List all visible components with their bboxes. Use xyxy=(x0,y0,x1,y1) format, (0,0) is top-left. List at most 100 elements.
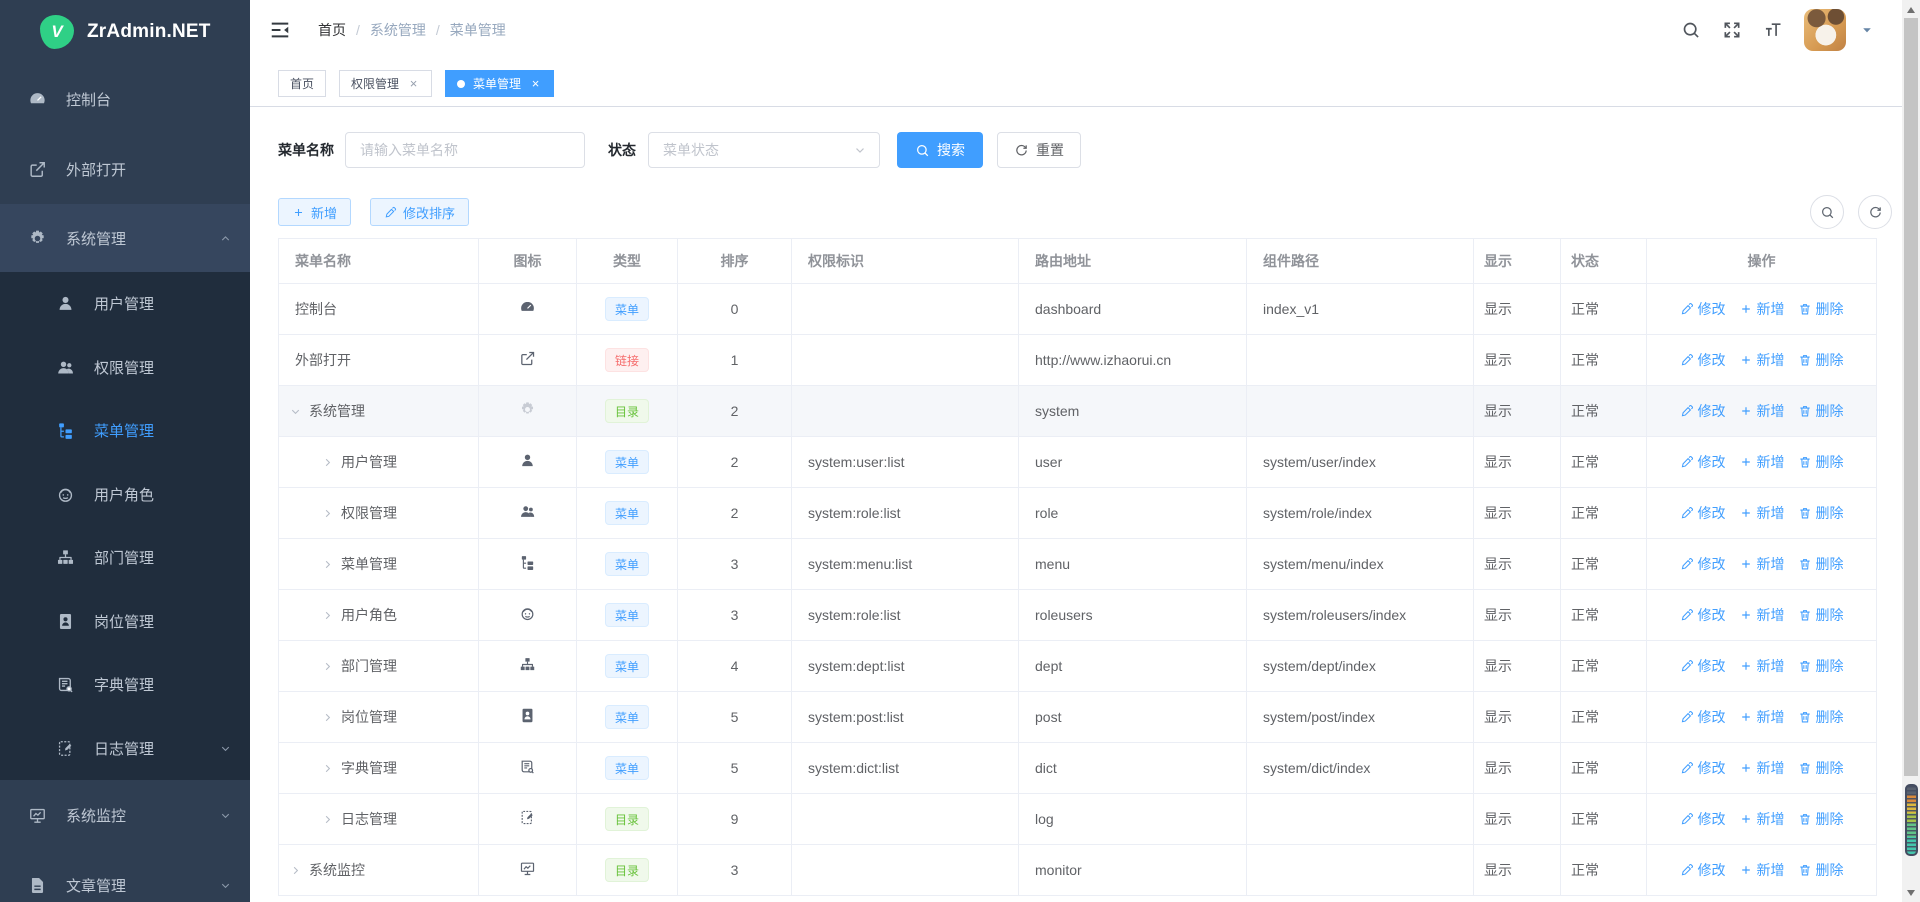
add-child-button[interactable]: 新增 xyxy=(1739,554,1785,574)
menu-name-wrap: 系统监控 xyxy=(279,860,478,880)
tab-首页[interactable]: 首页 xyxy=(278,70,326,97)
delete-row-button[interactable]: 删除 xyxy=(1798,401,1844,421)
add-child-button[interactable]: 新增 xyxy=(1739,503,1785,523)
column-header-权限标识: 权限标识 xyxy=(792,239,1019,284)
menu-icon-cell xyxy=(479,590,577,641)
status-select[interactable]: 菜单状态 xyxy=(648,132,880,168)
delete-row-button[interactable]: 删除 xyxy=(1798,707,1844,727)
plus-icon xyxy=(1739,506,1753,520)
chevron-right-icon[interactable] xyxy=(289,864,302,877)
page-scrollbar[interactable] xyxy=(1902,0,1920,902)
add-button[interactable]: 新增 xyxy=(278,198,351,226)
tab-权限管理[interactable]: 权限管理 × xyxy=(339,70,432,97)
menu-name-input[interactable]: 请输入菜单名称 xyxy=(345,132,585,168)
delete-row-button[interactable]: 删除 xyxy=(1798,554,1844,574)
edit-row-button[interactable]: 修改 xyxy=(1680,809,1726,829)
add-child-button[interactable]: 新增 xyxy=(1739,656,1785,676)
chevron-right-icon[interactable] xyxy=(321,762,334,775)
toggle-search-button[interactable] xyxy=(1810,195,1844,229)
edit-row-button[interactable]: 修改 xyxy=(1680,299,1726,319)
sidebar-item-控制台[interactable]: 控制台 xyxy=(0,64,250,134)
close-icon[interactable]: × xyxy=(407,76,420,91)
add-child-button[interactable]: 新增 xyxy=(1739,809,1785,829)
avatar[interactable] xyxy=(1804,9,1846,51)
sidebar-item-菜单管理[interactable]: 菜单管理 xyxy=(0,399,250,463)
scroll-down-arrow-icon[interactable] xyxy=(1902,884,1920,900)
sidebar-item-外部打开[interactable]: 外部打开 xyxy=(0,134,250,204)
delete-row-button[interactable]: 删除 xyxy=(1798,860,1844,880)
delete-row-button[interactable]: 删除 xyxy=(1798,503,1844,523)
add-child-button[interactable]: 新增 xyxy=(1739,350,1785,370)
perm-cell: system:menu:list xyxy=(792,539,1019,590)
sidebar-item-系统监控[interactable]: 系统监控 xyxy=(0,780,250,850)
delete-row-button[interactable]: 删除 xyxy=(1798,605,1844,625)
delete-row-button[interactable]: 删除 xyxy=(1798,656,1844,676)
close-icon[interactable]: × xyxy=(529,76,542,91)
sidebar-item-文章管理[interactable]: 文章管理 xyxy=(0,850,250,902)
sidebar-item-权限管理[interactable]: 权限管理 xyxy=(0,336,250,400)
app-logo[interactable]: V ZrAdmin.NET xyxy=(0,0,250,64)
edit-row-button[interactable]: 修改 xyxy=(1680,503,1726,523)
delete-row-button[interactable]: 删除 xyxy=(1798,809,1844,829)
reset-button[interactable]: 重置 xyxy=(997,132,1081,168)
tab-label: 权限管理 xyxy=(351,75,399,92)
monitor-icon xyxy=(28,806,47,825)
search-button[interactable]: 搜索 xyxy=(897,132,983,168)
refresh-table-button[interactable] xyxy=(1858,195,1892,229)
fullscreen-icon[interactable] xyxy=(1722,20,1742,40)
add-child-button[interactable]: 新增 xyxy=(1739,452,1785,472)
trash-icon xyxy=(1798,812,1812,826)
sidebar-item-用户角色[interactable]: 用户角色 xyxy=(0,463,250,527)
status-cell: 正常 xyxy=(1561,437,1647,488)
sidebar-item-系统管理[interactable]: 系统管理 xyxy=(0,204,250,272)
edit-row-button[interactable]: 修改 xyxy=(1680,707,1726,727)
chevron-right-icon[interactable] xyxy=(321,711,334,724)
chevron-right-icon[interactable] xyxy=(321,609,334,622)
add-child-button[interactable]: 新增 xyxy=(1739,299,1785,319)
delete-row-button[interactable]: 删除 xyxy=(1798,299,1844,319)
font-size-icon[interactable] xyxy=(1763,20,1783,40)
edit-row-button[interactable]: 修改 xyxy=(1680,758,1726,778)
sidebar-item-字典管理[interactable]: 字典管理 xyxy=(0,653,250,717)
sidebar-item-用户管理[interactable]: 用户管理 xyxy=(0,272,250,336)
chevron-right-icon[interactable] xyxy=(321,507,334,520)
delete-row-button[interactable]: 删除 xyxy=(1798,452,1844,472)
scrollbar-thumb[interactable] xyxy=(1904,18,1918,776)
sidebar-collapse-icon[interactable] xyxy=(269,19,291,41)
chevron-right-icon[interactable] xyxy=(321,813,334,826)
add-child-button[interactable]: 新增 xyxy=(1739,860,1785,880)
visible-cell: 显示 xyxy=(1474,845,1561,896)
sidebar-item-岗位管理[interactable]: 岗位管理 xyxy=(0,590,250,654)
sidebar-menu: 控制台外部打开系统管理用户管理权限管理菜单管理用户角色部门管理岗位管理字典管理日… xyxy=(0,64,250,902)
breadcrumb-item[interactable]: 首页 xyxy=(318,20,346,40)
edit-sort-button[interactable]: 修改排序 xyxy=(370,198,469,226)
table-row: 日志管理目录9log显示正常修改新增删除 xyxy=(279,794,1877,845)
edit-row-button[interactable]: 修改 xyxy=(1680,350,1726,370)
log-icon xyxy=(519,809,536,826)
edit-row-button[interactable]: 修改 xyxy=(1680,554,1726,574)
breadcrumb-item[interactable]: 菜单管理 xyxy=(450,20,506,40)
search-icon[interactable] xyxy=(1681,20,1701,40)
add-child-button[interactable]: 新增 xyxy=(1739,707,1785,727)
chevron-right-icon[interactable] xyxy=(321,660,334,673)
add-child-button[interactable]: 新增 xyxy=(1739,605,1785,625)
tab-菜单管理[interactable]: 菜单管理× xyxy=(445,70,554,97)
chevron-down-icon[interactable] xyxy=(289,405,302,418)
add-child-button[interactable]: 新增 xyxy=(1739,758,1785,778)
edit-row-button[interactable]: 修改 xyxy=(1680,656,1726,676)
edit-row-button[interactable]: 修改 xyxy=(1680,860,1726,880)
scroll-up-arrow-icon[interactable] xyxy=(1902,2,1920,18)
chevron-right-icon[interactable] xyxy=(321,456,334,469)
edit-row-button[interactable]: 修改 xyxy=(1680,401,1726,421)
chevron-right-icon[interactable] xyxy=(321,558,334,571)
delete-row-button[interactable]: 删除 xyxy=(1798,350,1844,370)
breadcrumb-item[interactable]: 系统管理 xyxy=(370,20,426,40)
edit-row-button[interactable]: 修改 xyxy=(1680,605,1726,625)
table-row: 权限管理菜单2system:role:listrolesystem/role/i… xyxy=(279,488,1877,539)
delete-row-button[interactable]: 删除 xyxy=(1798,758,1844,778)
edit-row-button[interactable]: 修改 xyxy=(1680,452,1726,472)
sidebar-item-日志管理[interactable]: 日志管理 xyxy=(0,717,250,781)
sidebar-item-部门管理[interactable]: 部门管理 xyxy=(0,526,250,590)
add-child-button[interactable]: 新增 xyxy=(1739,401,1785,421)
user-menu-caret-icon[interactable] xyxy=(1860,23,1874,37)
